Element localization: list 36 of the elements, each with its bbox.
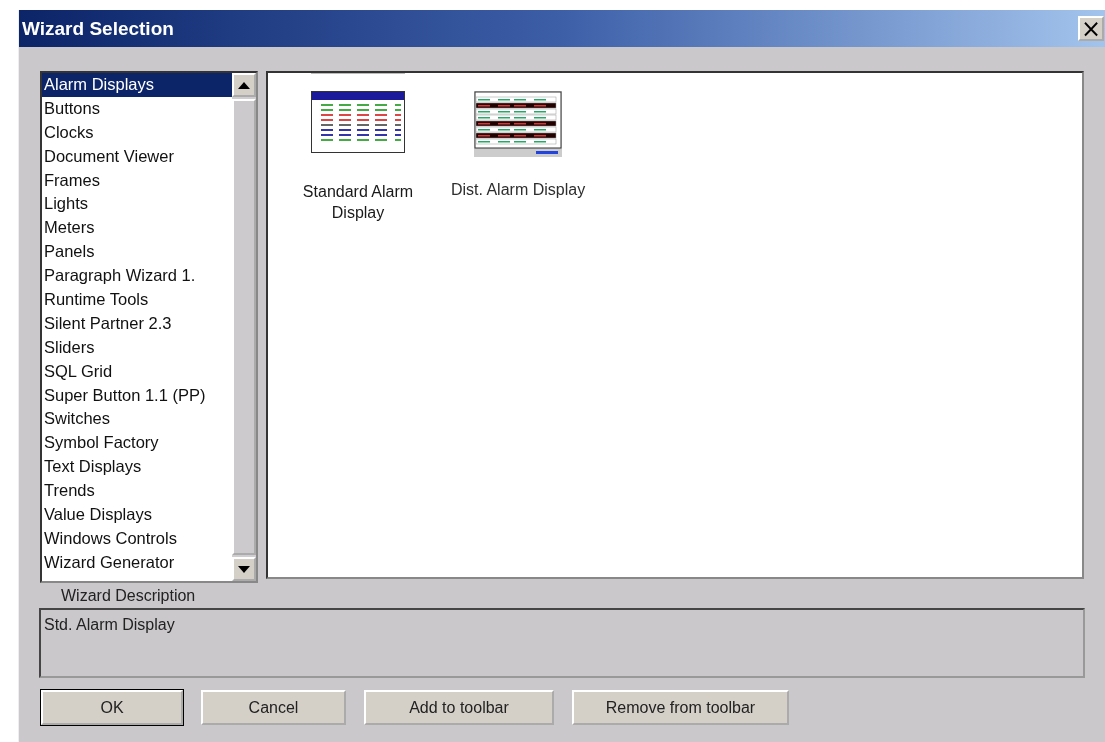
category-item[interactable]: Sliders xyxy=(42,335,232,360)
category-item[interactable]: Windows Controls xyxy=(42,526,232,551)
dialog-button[interactable]: Add to toolbar xyxy=(364,690,554,725)
category-item[interactable]: Clocks xyxy=(42,120,232,145)
category-item[interactable]: Buttons xyxy=(42,96,232,121)
category-item[interactable]: Frames xyxy=(42,168,232,193)
category-item[interactable]: Alarm Displays xyxy=(42,73,232,97)
category-item[interactable]: Super Button 1.1 (PP) xyxy=(42,383,232,408)
category-item[interactable]: SQL Grid xyxy=(42,359,232,384)
category-item[interactable]: Wizard Generator xyxy=(42,550,232,575)
category-item[interactable]: Meters xyxy=(42,216,232,241)
category-item[interactable]: Runtime Tools xyxy=(42,288,232,312)
category-item[interactable]: Trends xyxy=(42,479,232,504)
alarm-table-icon xyxy=(474,91,562,157)
category-item[interactable]: Switches xyxy=(42,407,232,432)
description-label: Wizard Description xyxy=(61,587,196,605)
scroll-down-icon[interactable] xyxy=(232,557,256,581)
category-item[interactable]: Symbol Factory xyxy=(42,431,232,456)
scroll-up-icon[interactable] xyxy=(232,73,256,97)
category-item[interactable]: Value Displays xyxy=(42,503,232,527)
category-item[interactable]: Panels xyxy=(42,240,232,265)
category-item[interactable]: Lights xyxy=(42,192,232,217)
dialog-button[interactable]: Cancel xyxy=(201,690,346,725)
window-title: Wizard Selection xyxy=(22,17,174,40)
category-item[interactable]: Paragraph Wizard 1. xyxy=(42,264,232,288)
dialog-button[interactable]: Remove from toolbar xyxy=(572,690,789,725)
alarm-table-icon xyxy=(311,91,405,153)
close-button[interactable]: × xyxy=(1078,16,1104,41)
category-item[interactable]: Silent Partner 2.3 xyxy=(42,311,232,336)
wizard-label[interactable]: Dist. Alarm Display xyxy=(450,179,586,200)
category-item[interactable]: Document Viewer xyxy=(42,144,232,169)
dialog-button[interactable]: OK xyxy=(41,690,183,725)
description-field[interactable]: Std. Alarm Display xyxy=(39,608,1085,678)
category-item[interactable]: Text Displays xyxy=(42,455,232,480)
wizard-label[interactable]: Standard Alarm Display xyxy=(288,181,428,223)
scrollbar[interactable] xyxy=(232,73,256,581)
